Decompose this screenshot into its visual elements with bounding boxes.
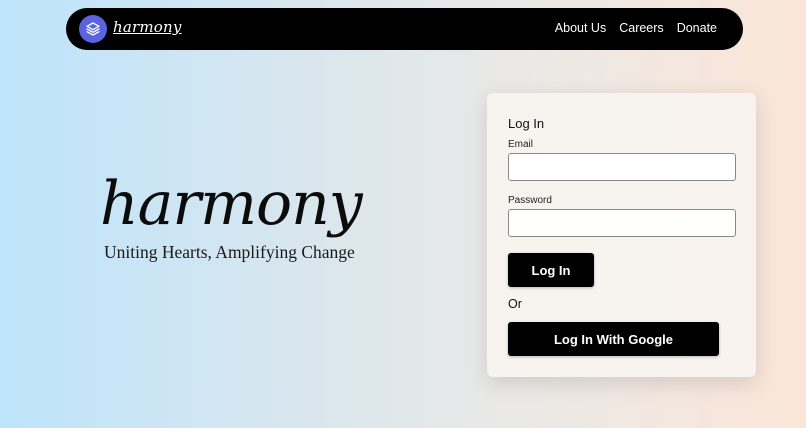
nav-link-donate[interactable]: Donate (677, 21, 717, 35)
nav-links: About Us Careers Donate (555, 21, 717, 35)
password-field[interactable] (508, 209, 736, 237)
layers-icon (86, 22, 100, 36)
password-label: Password (508, 195, 552, 206)
hero-tagline: Uniting Hearts, Amplifying Change (104, 242, 355, 262)
login-button[interactable]: Log In (508, 253, 594, 287)
brand-link[interactable]: harmony (113, 18, 182, 36)
navbar: harmony About Us Careers Donate (66, 8, 743, 50)
google-login-button[interactable]: Log In With Google (508, 322, 719, 356)
login-heading: Log In (508, 116, 545, 131)
email-label: Email (508, 139, 534, 150)
logo-badge[interactable] (79, 15, 107, 43)
hero-title: harmony (100, 169, 363, 239)
nav-link-about-us[interactable]: About Us (555, 21, 606, 35)
or-divider-text: Or (508, 297, 522, 311)
nav-link-careers[interactable]: Careers (619, 21, 663, 35)
login-card: Log In Email Password Log In Or Log In W… (487, 93, 756, 377)
email-field[interactable] (508, 153, 736, 181)
